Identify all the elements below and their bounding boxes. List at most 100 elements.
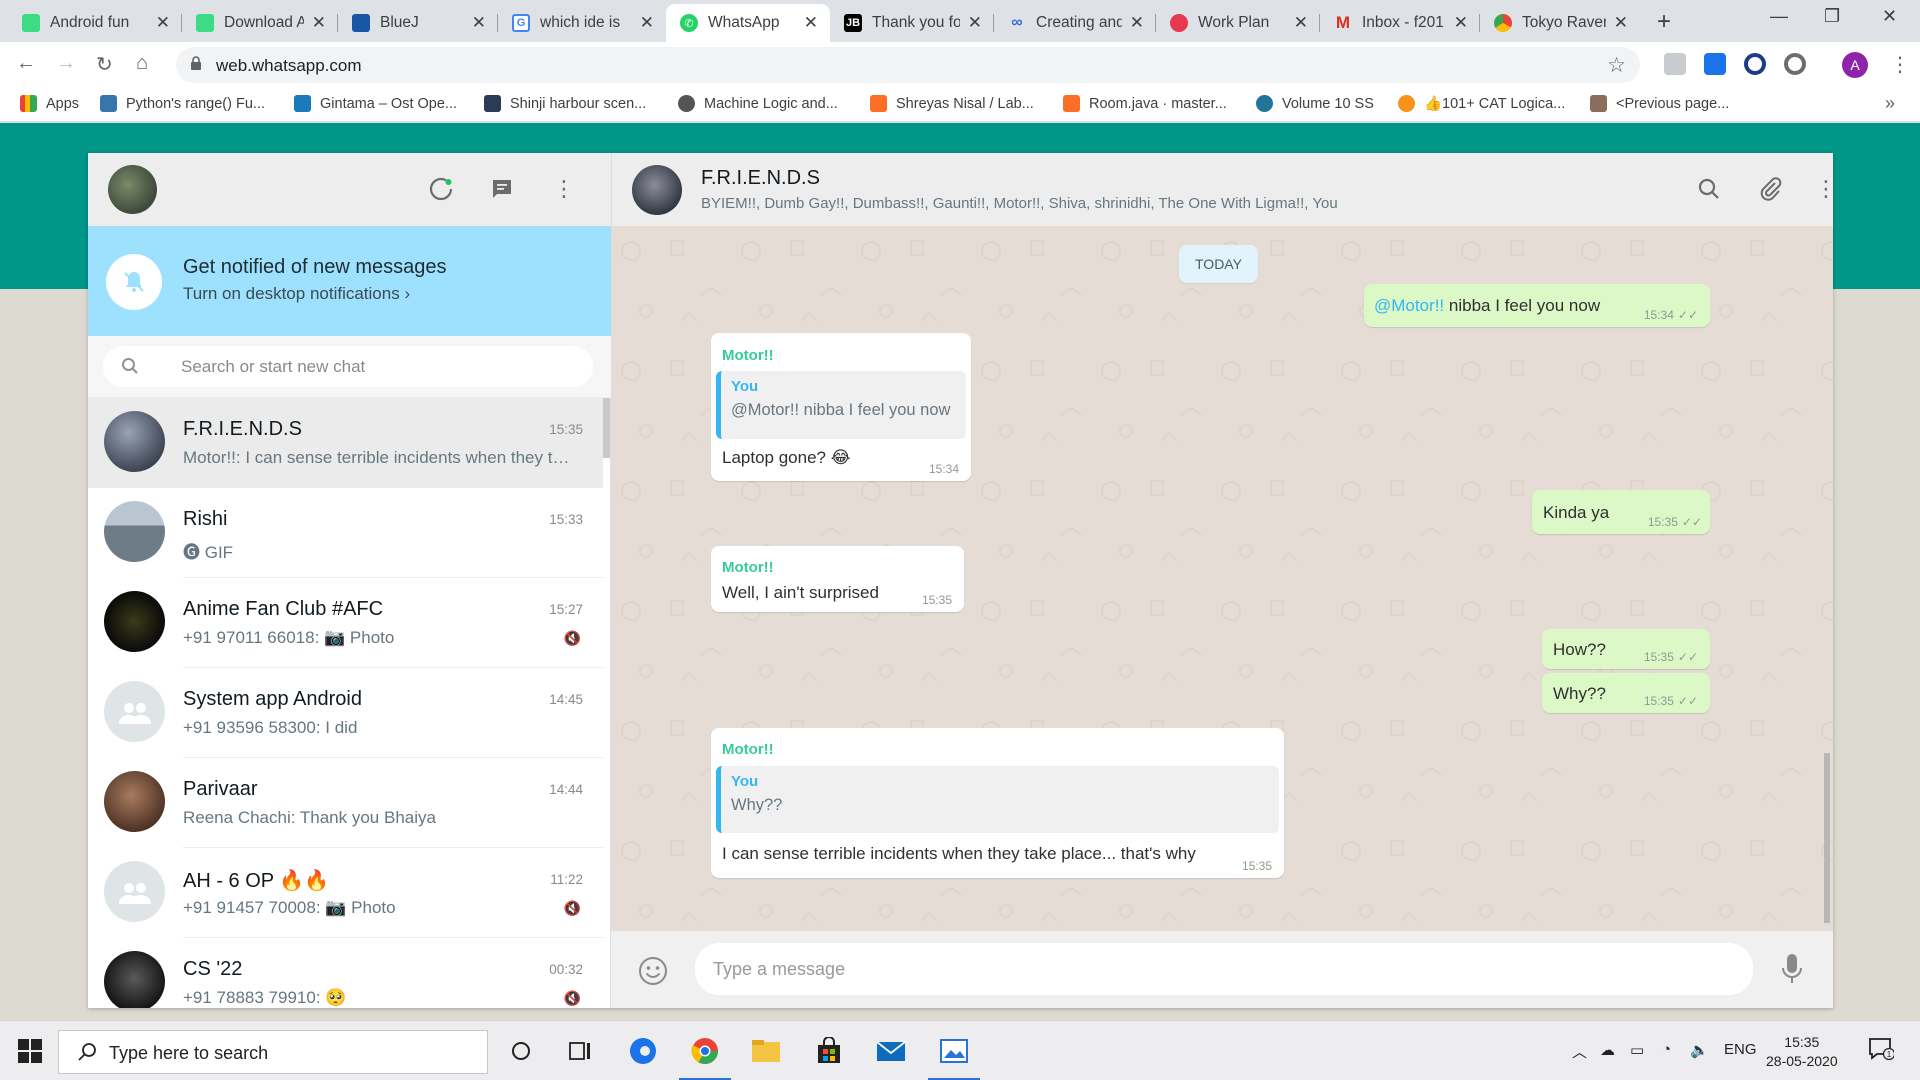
tab-download[interactable]: Download A ✕ — [182, 4, 338, 42]
photos-app-icon[interactable] — [928, 1033, 980, 1080]
tab-bluej[interactable]: BlueJ ✕ — [338, 4, 498, 42]
close-icon[interactable]: ✕ — [1614, 13, 1628, 33]
system-clock[interactable]: 15:35 28-05-2020 — [1766, 1033, 1838, 1071]
incoming-message[interactable]: Motor!! You @Motor!! nibba I feel you no… — [711, 333, 971, 481]
home-icon[interactable]: ⌂ — [136, 52, 148, 75]
bookmark-gintama[interactable]: Gintama – Ost Ope... — [294, 95, 457, 112]
onedrive-icon[interactable]: ☁ — [1600, 1041, 1615, 1059]
tab-work-plan[interactable]: Work Plan ✕ — [1156, 4, 1320, 42]
bookmark-shreyas[interactable]: Shreyas Nisal / Lab... — [870, 95, 1034, 112]
task-view-icon[interactable] — [562, 1033, 598, 1069]
mail-icon[interactable] — [873, 1033, 909, 1069]
bookmark-star-icon[interactable]: ☆ — [1607, 53, 1626, 78]
tab-android-fun[interactable]: Android fun ✕ — [8, 4, 182, 42]
message-input[interactable] — [713, 943, 1733, 995]
battery-icon[interactable]: ▭ — [1630, 1041, 1644, 1059]
close-icon[interactable]: ✕ — [968, 13, 982, 33]
outgoing-message[interactable]: How?? 15:35 ✓✓ — [1542, 629, 1710, 669]
close-icon[interactable]: ✕ — [804, 13, 818, 33]
reload-icon[interactable]: ↻ — [96, 52, 113, 77]
chat-item-anime-fan-club[interactable]: Anime Fan Club #AFC 15:27 +91 97011 6601… — [88, 578, 603, 668]
back-arrow-icon[interactable]: ← — [16, 52, 36, 75]
input-language[interactable]: ENG — [1724, 1041, 1757, 1058]
bookmark-previous-page[interactable]: <Previous page... — [1590, 95, 1729, 112]
extension-circle-icon[interactable] — [1744, 53, 1766, 75]
notification-banner[interactable]: Get notified of new messages Turn on des… — [88, 226, 611, 336]
chat-item-friends[interactable]: F.R.I.E.N.D.S 15:35 Motor!!: I can sense… — [88, 398, 603, 488]
action-center-icon[interactable]: 1 — [1868, 1037, 1896, 1065]
browser-menu-icon[interactable]: ⋮ — [1890, 52, 1910, 77]
forward-arrow-icon[interactable]: → — [56, 52, 76, 75]
search-box[interactable] — [103, 346, 593, 387]
group-avatar[interactable] — [632, 165, 682, 215]
chat-item-rishi[interactable]: Rishi 15:33 🅖 GIF — [88, 488, 603, 578]
close-icon[interactable]: ✕ — [640, 13, 654, 33]
chat-item-system-app-android[interactable]: System app Android 14:45 +91 93596 58300… — [88, 668, 603, 758]
tab-whatsapp[interactable]: ✆ WhatsApp ✕ — [666, 4, 830, 42]
quoted-message[interactable]: You @Motor!! nibba I feel you now — [716, 371, 966, 439]
wifi-icon[interactable]: ◔ — [1662, 1041, 1671, 1058]
edge-icon[interactable] — [625, 1033, 661, 1069]
profile-avatar[interactable]: A — [1842, 52, 1868, 78]
outgoing-message[interactable]: Kinda ya 15:35 ✓✓ — [1532, 490, 1710, 534]
extension-ring-icon[interactable] — [1784, 53, 1806, 75]
conversation-menu-icon[interactable]: ⋮ — [1812, 175, 1833, 203]
bookmark-volume[interactable]: Volume 10 SS — [1256, 95, 1374, 112]
emoji-icon[interactable] — [637, 955, 669, 987]
chrome-icon[interactable] — [679, 1033, 731, 1080]
bookmark-machine-logic[interactable]: Machine Logic and... — [678, 95, 838, 112]
windows-start-icon[interactable] — [18, 1039, 42, 1063]
tab-tokyo-raven[interactable]: Tokyo Raven ✕ — [1480, 4, 1640, 42]
minimize-icon[interactable]: — — [1770, 6, 1788, 27]
close-window-icon[interactable]: ✕ — [1882, 6, 1897, 27]
bookmark-python[interactable]: Python's range() Fu... — [100, 95, 265, 112]
new-chat-icon[interactable] — [488, 175, 516, 203]
enable-notifications-link[interactable]: Turn on desktop notifications › — [183, 284, 410, 304]
bookmark-cat[interactable]: 👍101+ CAT Logica... — [1398, 95, 1565, 112]
my-avatar[interactable] — [108, 165, 157, 214]
taskbar-search-box[interactable]: Type here to search — [58, 1030, 488, 1074]
extension-icon[interactable] — [1664, 53, 1686, 75]
bookmark-room-java[interactable]: Room.java · master... — [1063, 95, 1227, 112]
incoming-message[interactable]: Motor!! Well, I ain't surprised 15:35 — [711, 546, 964, 612]
chat-item-cs-22[interactable]: CS '22 00:32 +91 78883 79910: 🥺 🔇 — [88, 938, 603, 1008]
close-icon[interactable]: ✕ — [1294, 13, 1308, 33]
quoted-message[interactable]: You Why?? — [716, 766, 1279, 833]
outgoing-message[interactable]: Why?? 15:35 ✓✓ — [1542, 673, 1710, 713]
store-icon[interactable] — [811, 1033, 847, 1069]
message-box[interactable] — [695, 943, 1753, 995]
close-icon[interactable]: ✕ — [472, 13, 486, 33]
close-icon[interactable]: ✕ — [1454, 13, 1468, 33]
menu-icon[interactable]: ⋮ — [550, 175, 578, 203]
close-icon[interactable]: ✕ — [1130, 13, 1144, 33]
file-explorer-icon[interactable] — [748, 1033, 784, 1069]
cast-extension-icon[interactable] — [1704, 53, 1726, 75]
conversation-header[interactable]: F.R.I.E.N.D.S BYIEM!!, Dumb Gay!!, Dumba… — [611, 153, 1833, 226]
chat-item-parivaar[interactable]: Parivaar 14:44 Reena Chachi: Thank you B… — [88, 758, 603, 848]
bookmark-apps[interactable]: Apps — [20, 95, 79, 112]
tab-google-search[interactable]: G which ide is ✕ — [498, 4, 666, 42]
close-icon[interactable]: ✕ — [312, 13, 326, 33]
attach-icon[interactable] — [1757, 175, 1785, 203]
outgoing-message[interactable]: @Motor!! nibba I feel you now 15:34 ✓✓ — [1364, 284, 1710, 327]
cortana-icon[interactable] — [503, 1033, 539, 1069]
show-hidden-icons[interactable]: ︿ — [1572, 1041, 1587, 1062]
search-input[interactable] — [181, 346, 581, 387]
tab-creating[interactable]: ∞ Creating and ✕ — [994, 4, 1156, 42]
tab-jetbrains[interactable]: JB Thank you fo ✕ — [830, 4, 994, 42]
volume-icon[interactable]: 🔈 — [1690, 1041, 1709, 1059]
microphone-icon[interactable] — [1781, 953, 1803, 985]
incoming-message[interactable]: Motor!! You Why?? I can sense terrible i… — [711, 728, 1284, 878]
status-icon[interactable] — [427, 175, 455, 203]
bookmark-shinji[interactable]: Shinji harbour scen... — [484, 95, 646, 112]
maximize-icon[interactable]: ❐ — [1824, 6, 1840, 27]
close-icon[interactable]: ✕ — [156, 13, 170, 33]
mention[interactable]: @Motor!! — [1374, 296, 1444, 315]
search-messages-icon[interactable] — [1695, 175, 1723, 203]
tab-gmail[interactable]: M Inbox - f201 ✕ — [1320, 4, 1480, 42]
address-bar[interactable]: web.whatsapp.com ☆ — [176, 47, 1640, 83]
message-scrollbar[interactable] — [1824, 753, 1830, 923]
bookmarks-overflow-icon[interactable]: » — [1885, 93, 1895, 114]
chat-list-scrollbar[interactable] — [603, 398, 610, 458]
chat-item-ah-6-op[interactable]: AH - 6 OP 🔥🔥 11:22 +91 91457 70008: 📷 Ph… — [88, 848, 603, 938]
